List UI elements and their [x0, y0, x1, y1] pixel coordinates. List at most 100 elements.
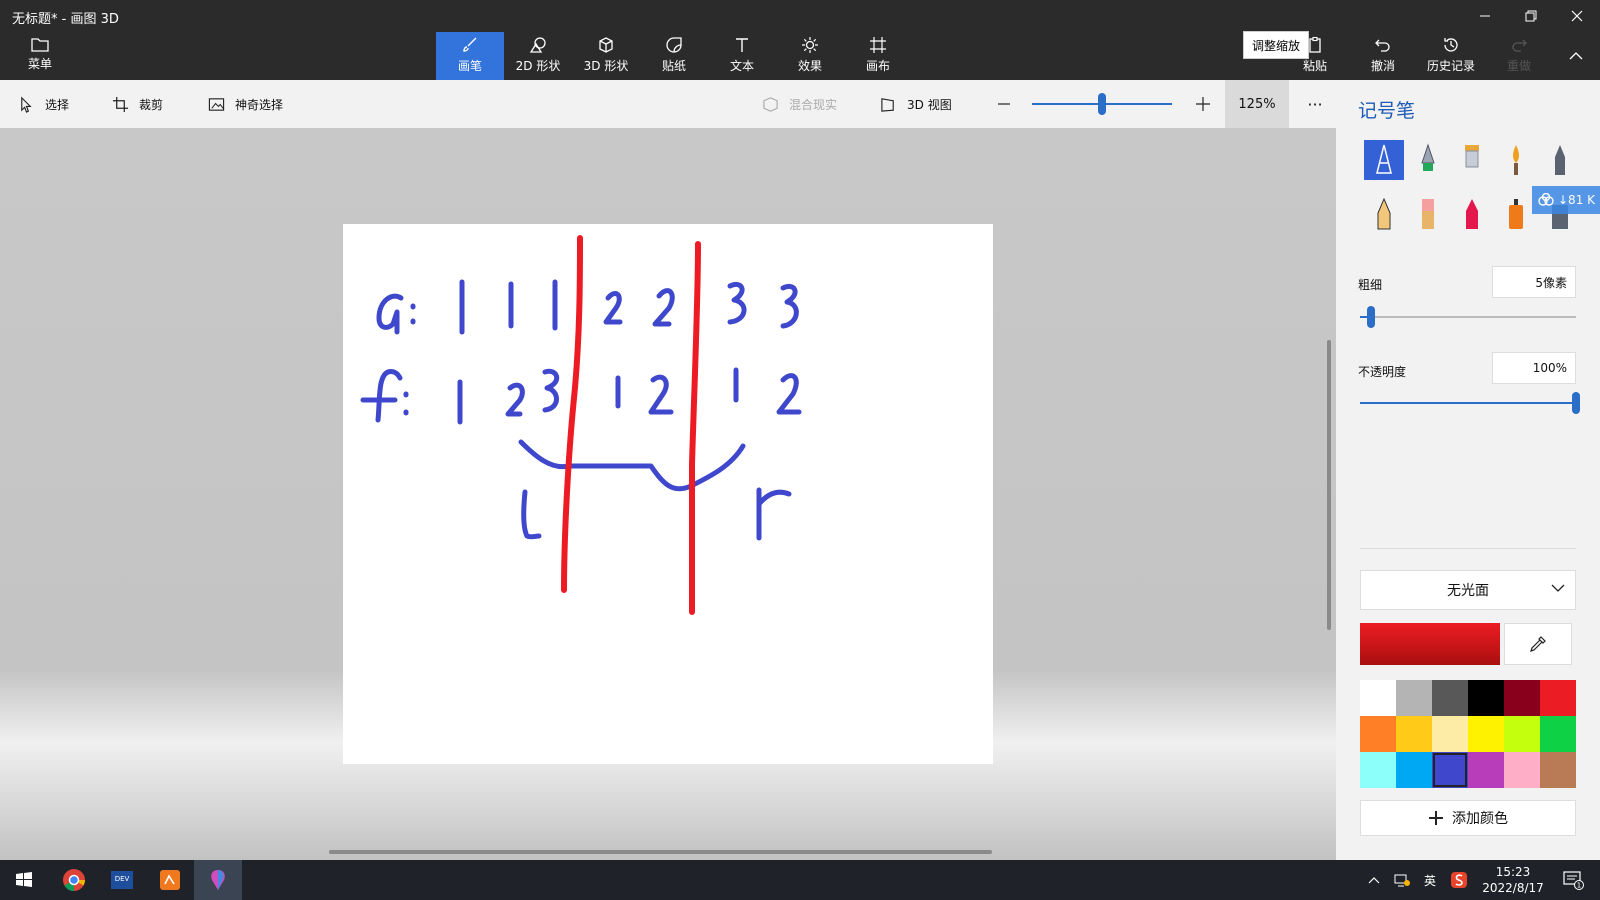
select-button[interactable]: 选择	[18, 80, 69, 128]
zoom-slider-thumb[interactable]	[1098, 93, 1106, 115]
close-button[interactable]	[1554, 0, 1600, 32]
start-button[interactable]	[0, 860, 48, 900]
calligraphy-pen-brush[interactable]	[1408, 140, 1448, 180]
magic-select-icon	[208, 97, 225, 111]
marker-brush[interactable]	[1364, 140, 1404, 180]
color-swatch[interactable]	[1432, 716, 1468, 752]
eraser-brush[interactable]	[1408, 194, 1448, 234]
mixed-reality-button[interactable]: 混合现实	[762, 80, 837, 128]
color-swatch[interactable]	[1360, 752, 1396, 788]
color-swatch[interactable]	[1360, 680, 1396, 716]
pencil-brush[interactable]	[1364, 194, 1404, 234]
color-swatch[interactable]	[1432, 752, 1468, 788]
magic-select-label: 神奇选择	[235, 97, 284, 112]
horizontal-scrollbar[interactable]	[329, 850, 992, 854]
text-icon	[736, 38, 748, 52]
notification-center-button[interactable]: 1	[1554, 860, 1594, 900]
color-swatch[interactable]	[1396, 680, 1432, 716]
color-swatch[interactable]	[1504, 752, 1540, 788]
tab-2d-shapes[interactable]: 2D 形状	[504, 32, 572, 80]
color-swatch[interactable]	[1540, 680, 1576, 716]
tab-text[interactable]: 文本	[708, 32, 776, 80]
crop-button[interactable]: 裁剪	[112, 80, 163, 128]
3d-view-label: 3D 视图	[907, 97, 952, 112]
stroke-a-5	[652, 288, 675, 327]
opacity-slider-thumb[interactable]	[1572, 392, 1580, 414]
taskbar-clock[interactable]: 15:23 2022/8/17	[1478, 864, 1548, 896]
zoom-slider[interactable]	[1032, 80, 1172, 128]
input-language-indicator[interactable]: 英	[1424, 872, 1436, 889]
crop-label: 裁剪	[139, 97, 164, 112]
chevron-down-icon	[1551, 584, 1565, 592]
thickness-input[interactable]: 5像素	[1492, 266, 1576, 298]
redo-button[interactable]: 重做	[1485, 32, 1553, 80]
cursor-arrow-icon	[21, 96, 32, 113]
add-color-button[interactable]: 添加颜色	[1360, 800, 1576, 836]
taskbar-chrome[interactable]	[50, 860, 98, 900]
color-swatch[interactable]	[1396, 716, 1432, 752]
stroke-letter-l	[521, 489, 542, 540]
brush-icon	[463, 37, 477, 52]
network-icon[interactable]	[1394, 873, 1410, 887]
cloud-upload-badge[interactable]: ↓81 K	[1532, 186, 1600, 214]
more-options-button[interactable]: ···	[1300, 80, 1330, 128]
divider-line-1	[561, 235, 583, 593]
tab-text-label: 文本	[729, 59, 754, 73]
color-swatch[interactable]	[1432, 680, 1468, 716]
current-color-swatch[interactable]	[1360, 623, 1500, 665]
color-swatch[interactable]	[1468, 752, 1504, 788]
undo-button[interactable]: 撤消	[1349, 32, 1417, 80]
color-swatch[interactable]	[1540, 716, 1576, 752]
paste-button[interactable]: 粘贴	[1281, 32, 1349, 80]
chevron-up-icon[interactable]	[1368, 876, 1380, 884]
finish-dropdown[interactable]: 无光面	[1360, 570, 1576, 610]
window-title: 无标题* - 画图 3D	[12, 12, 119, 27]
paste-clipboard-icon	[1309, 36, 1321, 53]
zoom-in-button[interactable]	[1189, 80, 1217, 128]
zoom-level[interactable]: 125%	[1225, 80, 1289, 128]
crayon-brush[interactable]	[1452, 194, 1492, 234]
sogou-ime-icon[interactable]	[1450, 871, 1468, 889]
color-swatch[interactable]	[1468, 716, 1504, 752]
stroke-f-5	[648, 374, 674, 415]
handwritten-drawing	[360, 235, 802, 615]
thickness-slider-track[interactable]	[1360, 316, 1576, 318]
color-swatch[interactable]	[1504, 716, 1540, 752]
history-button[interactable]: 历史记录	[1417, 32, 1485, 80]
tab-stickers[interactable]: 贴纸	[640, 32, 708, 80]
color-swatch[interactable]	[1360, 716, 1396, 752]
color-swatch[interactable]	[1396, 752, 1432, 788]
vertical-scrollbar[interactable]	[1327, 340, 1331, 630]
cloud-badge-text: ↓81 K	[1558, 193, 1596, 207]
oil-brush[interactable]	[1452, 140, 1492, 180]
restore-button[interactable]	[1508, 0, 1554, 32]
chevron-up-icon	[1569, 52, 1583, 60]
spray-can-brush[interactable]	[1496, 194, 1536, 234]
color-swatch[interactable]	[1540, 752, 1576, 788]
tab-canvas[interactable]: 画布	[844, 32, 912, 80]
color-swatch[interactable]	[1468, 680, 1504, 716]
drawing-canvas[interactable]	[343, 224, 993, 764]
zoom-out-button[interactable]	[990, 80, 1018, 128]
tab-effects[interactable]: 效果	[776, 32, 844, 80]
tab-brushes[interactable]: 画笔	[436, 32, 504, 80]
minimize-button[interactable]	[1462, 0, 1508, 32]
3d-view-button[interactable]: 3D 视图	[880, 80, 952, 128]
taskbar-paint-3d[interactable]	[194, 860, 242, 900]
taskbar-devcpp[interactable]: DEV	[98, 860, 146, 900]
opacity-input[interactable]: 100%	[1492, 352, 1576, 384]
devcpp-icon: DEV	[111, 871, 133, 889]
magic-select-button[interactable]: 神奇选择	[208, 80, 283, 128]
taskbar-pdf-app[interactable]	[146, 860, 194, 900]
tab-stickers-label: 贴纸	[661, 59, 686, 73]
menu-button[interactable]: 菜单	[18, 36, 62, 76]
collapse-ribbon-button[interactable]	[1556, 40, 1596, 72]
pixel-pen-brush[interactable]	[1540, 140, 1580, 180]
color-swatch[interactable]	[1504, 680, 1540, 716]
tab-3d-shapes[interactable]: 3D 形状	[572, 32, 640, 80]
stroke-f-7	[776, 373, 802, 415]
watercolor-brush[interactable]	[1496, 140, 1536, 180]
eyedropper-button[interactable]	[1504, 623, 1572, 665]
brush-side-panel: 记号笔 ↓81 K 粗细 5像素 不透明度 100% 无光面 添加颜色	[1336, 80, 1600, 860]
thickness-slider-thumb[interactable]	[1366, 306, 1375, 328]
